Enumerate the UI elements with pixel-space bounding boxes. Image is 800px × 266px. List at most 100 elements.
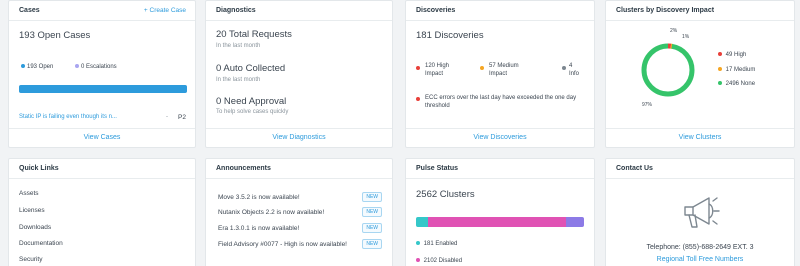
diag-need-approval-sub: To help solve cases quickly	[216, 109, 289, 115]
diag-total-requests: 20 Total Requests	[216, 29, 292, 40]
quick-links-title: Quick Links	[19, 165, 59, 172]
case-item-link[interactable]: Static IP is failing even though its n..…	[19, 114, 117, 120]
divider	[406, 178, 594, 179]
diag-auto-collected-sub: In the last month	[216, 77, 261, 83]
quick-link-licenses[interactable]: Licenses	[19, 207, 45, 214]
divider	[206, 178, 392, 179]
medium-dot-icon	[480, 66, 484, 70]
open-stat: 193 Open	[21, 64, 53, 70]
diagnostics-card: Diagnostics 20 Total Requests In the las…	[205, 0, 393, 148]
announcement-item[interactable]: Field Advisory #0077 - High is now avail…	[218, 240, 358, 249]
discoveries-title: Discoveries	[416, 7, 456, 14]
cases-card: Cases + Create Case 193 Open Cases 193 O…	[8, 0, 196, 148]
discoveries-alert-text: ECC errors over the last day have exceed…	[425, 95, 577, 109]
discoveries-high-label: 120 High Impact	[425, 63, 450, 77]
contact-card: Contact Us Telephone: (855)-688-2649 EXT…	[605, 158, 795, 266]
legend-high-dot-icon	[718, 52, 722, 57]
pulse-bar-segment-other	[565, 217, 584, 227]
legend-medium-label: 17 Medium	[725, 67, 756, 73]
pct-high-label: 2%	[670, 28, 678, 34]
quick-link-assets[interactable]: Assets	[19, 190, 39, 197]
discoveries-alert: ECC errors over the last day have exceed…	[416, 94, 586, 110]
discoveries-count: 181 Discoveries	[416, 30, 484, 41]
case-priority: P2	[178, 114, 186, 121]
divider	[606, 178, 794, 179]
quick-link-security[interactable]: Security	[19, 256, 42, 263]
pulse-status-bar	[416, 217, 584, 227]
view-discoveries-link[interactable]: View Discoveries	[406, 128, 594, 147]
discoveries-info: 4 Info	[562, 62, 592, 78]
view-cases-link[interactable]: View Cases	[9, 128, 195, 147]
contact-title: Contact Us	[616, 165, 653, 172]
legend-high: 49 High	[718, 52, 746, 58]
legend-high-label: 49 High	[725, 52, 747, 58]
legend-none: 2496 None	[718, 81, 755, 87]
enabled-dot-icon	[416, 241, 420, 246]
create-case-link[interactable]: + Create Case	[144, 7, 186, 14]
view-clusters-link[interactable]: View Clusters	[606, 128, 794, 147]
pulse-bar-segment-enabled	[416, 217, 428, 227]
regional-toll-free-link[interactable]: Regional Toll Free Numbers	[606, 256, 794, 263]
new-badge: NEW	[362, 207, 382, 217]
divider	[9, 20, 195, 21]
alert-dot-icon	[416, 97, 420, 101]
quick-link-downloads[interactable]: Downloads	[19, 224, 51, 231]
pulse-enabled-label: 181 Enabled	[423, 241, 458, 247]
contact-telephone: Telephone: (855)-688-2649 EXT. 3	[646, 244, 754, 251]
legend-none-label: 2496 None	[725, 81, 756, 87]
escalations-dot-icon	[75, 64, 79, 69]
quick-links-card: Quick Links Assets Licenses Downloads Do…	[8, 158, 196, 266]
open-cases-count: 193 Open Cases	[19, 30, 91, 41]
diag-auto-collected: 0 Auto Collected	[216, 63, 286, 74]
pct-none-label: 97%	[642, 102, 653, 108]
info-dot-icon	[562, 66, 566, 70]
announcements-title: Announcements	[216, 165, 271, 172]
new-badge: NEW	[362, 223, 382, 233]
diag-total-requests-sub: In the last month	[216, 43, 261, 49]
pulse-cluster-count: 2562 Clusters	[416, 189, 475, 200]
open-dot-icon	[21, 64, 25, 69]
pulse-enabled: 181 Enabled	[416, 241, 457, 247]
cases-progress-fill	[19, 85, 187, 93]
clusters-impact-card: Clusters by Discovery Impact 2% 1% 97% 4…	[605, 0, 795, 148]
discoveries-high: 120 High Impact	[416, 62, 476, 78]
announcements-card: Announcements Move 3.5.2 is now availabl…	[205, 158, 393, 266]
view-diagnostics-link[interactable]: View Diagnostics	[206, 128, 392, 147]
pulse-disabled-label: 2102 Disabled	[423, 258, 463, 264]
legend-medium: 17 Medium	[718, 67, 755, 73]
divider	[9, 178, 195, 179]
legend-none-dot-icon	[718, 81, 722, 86]
disabled-dot-icon	[416, 258, 420, 263]
announcement-item[interactable]: Era 1.3.0.1 is now available!	[218, 224, 299, 233]
pulse-status-title: Pulse Status	[416, 165, 459, 172]
diagnostics-title: Diagnostics	[216, 7, 256, 14]
quick-link-documentation[interactable]: Documentation	[19, 240, 63, 247]
new-badge: NEW	[362, 192, 382, 202]
pulse-disabled: 2102 Disabled	[416, 258, 462, 264]
clusters-impact-title: Clusters by Discovery Impact	[616, 7, 715, 14]
discoveries-medium: 57 Medium Impact	[480, 62, 550, 78]
open-stat-label: 193 Open	[27, 64, 54, 70]
escalations-stat-label: 0 Escalations	[81, 64, 117, 70]
megaphone-icon	[684, 197, 720, 228]
divider	[206, 20, 392, 21]
pct-medium-label: 1%	[682, 34, 690, 40]
discoveries-card: Discoveries 181 Discoveries 120 High Imp…	[405, 0, 595, 148]
discoveries-info-label: 4 Info	[569, 63, 580, 77]
escalations-stat: 0 Escalations	[75, 64, 117, 70]
announcement-item[interactable]: Move 3.5.2 is now available!	[218, 193, 300, 202]
divider	[606, 20, 794, 21]
pulse-status-card: Pulse Status 2562 Clusters 181 Enabled 2…	[405, 158, 595, 266]
pulse-bar-segment-disabled	[427, 217, 566, 227]
new-badge: NEW	[362, 239, 382, 249]
diag-need-approval: 0 Need Approval	[216, 96, 287, 107]
donut-slice-none	[641, 43, 695, 97]
legend-medium-dot-icon	[718, 67, 722, 72]
discoveries-medium-label: 57 Medium Impact	[489, 63, 519, 77]
announcement-item[interactable]: Nutanix Objects 2.2 is now available!	[218, 208, 324, 217]
cases-title: Cases	[19, 7, 40, 14]
cases-progress-track	[19, 85, 187, 93]
divider	[406, 20, 594, 21]
high-dot-icon	[416, 66, 420, 70]
case-dash: -	[166, 114, 168, 120]
